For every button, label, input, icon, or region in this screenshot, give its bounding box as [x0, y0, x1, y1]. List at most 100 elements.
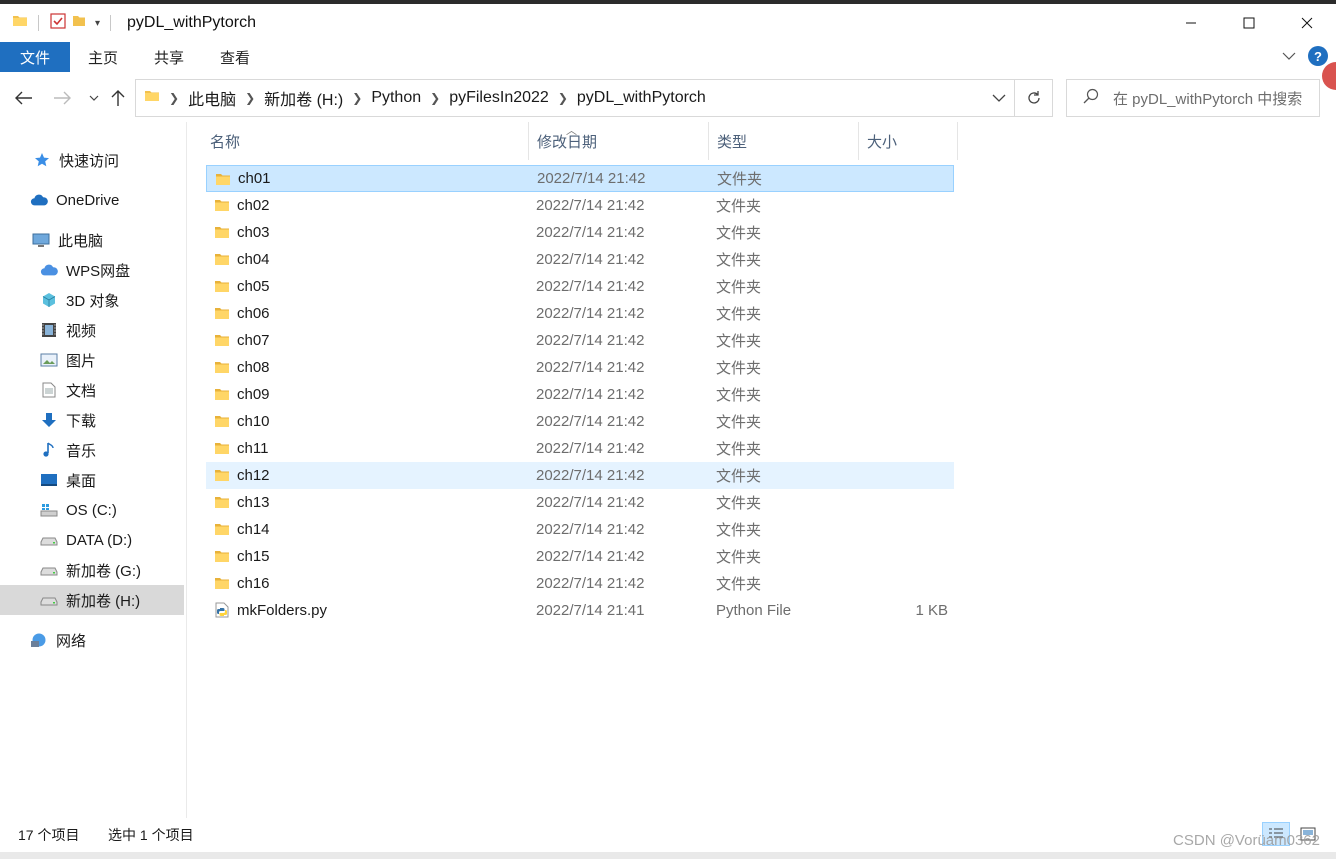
file-modified-date: 2022/7/14 21:42: [536, 494, 645, 511]
file-row[interactable]: ch11 2022/7/14 21:42 文件夹: [206, 435, 954, 462]
maximize-button[interactable]: [1220, 4, 1278, 42]
file-name: ch11: [237, 440, 269, 457]
file-row[interactable]: ch16 2022/7/14 21:42 文件夹: [206, 570, 954, 597]
folder-icon: [214, 521, 230, 537]
customize-toolbar-chevron-icon[interactable]: ▾: [95, 18, 100, 29]
column-header-size[interactable]: 大小: [858, 122, 958, 160]
sidebar-item-drive-d[interactable]: DATA (D:): [0, 525, 184, 555]
folder-icon: [214, 359, 230, 375]
window-controls: [1162, 4, 1336, 42]
refresh-button[interactable]: [1015, 79, 1053, 117]
sidebar-item-onedrive[interactable]: OneDrive: [0, 185, 184, 215]
address-bar[interactable]: ❯ 此电脑 ❯ 新加卷 (H:) ❯ Python ❯ pyFilesIn202…: [135, 79, 1015, 117]
tab-share[interactable]: 共享: [136, 42, 202, 72]
computer-icon: [32, 231, 50, 249]
file-row[interactable]: ch08 2022/7/14 21:42 文件夹: [206, 354, 954, 381]
search-input[interactable]: 在 pyDL_withPytorch 中搜索: [1113, 88, 1302, 109]
file-row[interactable]: ch03 2022/7/14 21:42 文件夹: [206, 219, 954, 246]
sidebar-item-videos[interactable]: 视频: [0, 315, 184, 345]
sidebar-item-this-pc[interactable]: 此电脑: [0, 225, 184, 255]
breadcrumb-chevron-icon[interactable]: ❯: [245, 91, 255, 105]
sidebar-item-downloads[interactable]: 下载: [0, 405, 184, 435]
sidebar-item-label: OneDrive: [56, 191, 120, 209]
folder-icon: [144, 88, 160, 108]
file-row[interactable]: ch05 2022/7/14 21:42 文件夹: [206, 273, 954, 300]
sidebar-item-3d-objects[interactable]: 3D 对象: [0, 285, 184, 315]
file-row[interactable]: mkFolders.py 2022/7/14 21:41 Python File 1 …: [206, 597, 954, 624]
sidebar-item-network[interactable]: 网络: [0, 625, 184, 655]
file-modified-date: 2022/7/14 21:42: [536, 305, 645, 322]
file-row[interactable]: ch15 2022/7/14 21:42 文件夹: [206, 543, 954, 570]
new-folder-icon[interactable]: [71, 13, 87, 33]
tab-file[interactable]: 文件: [0, 42, 70, 72]
sidebar-item-music[interactable]: 音乐: [0, 435, 184, 465]
sidebar-item-desktop[interactable]: 桌面: [0, 465, 184, 495]
sidebar-item-label: WPS网盘: [66, 262, 131, 280]
breadcrumb-chevron-icon[interactable]: ❯: [430, 91, 440, 105]
close-button[interactable]: [1278, 4, 1336, 42]
desktop-icon: [40, 471, 58, 489]
up-button[interactable]: [106, 86, 130, 110]
tab-view[interactable]: 查看: [202, 42, 268, 72]
breadcrumb-chevron-icon[interactable]: ❯: [558, 91, 568, 105]
back-button[interactable]: [12, 86, 36, 110]
recent-locations-chevron-icon[interactable]: [82, 86, 106, 110]
help-icon[interactable]: ?: [1308, 46, 1328, 66]
breadcrumb-chevron-icon[interactable]: ❯: [169, 91, 179, 105]
file-row[interactable]: ch13 2022/7/14 21:42 文件夹: [206, 489, 954, 516]
file-row[interactable]: ch14 2022/7/14 21:42 文件夹: [206, 516, 954, 543]
file-type: 文件夹: [716, 441, 762, 458]
sidebar-item-documents[interactable]: 文档: [0, 375, 184, 405]
sidebar-item-label: 音乐: [66, 442, 97, 460]
sidebar-item-wps-drive[interactable]: WPS网盘: [0, 255, 184, 285]
tab-home[interactable]: 主页: [70, 42, 136, 72]
sidebar-item-label: 图片: [66, 352, 97, 370]
sidebar-item-quick-access[interactable]: 快速访问: [0, 145, 184, 175]
file-row[interactable]: ch12 2022/7/14 21:42 文件夹: [206, 462, 954, 489]
sidebar-item-pictures[interactable]: 图片: [0, 345, 184, 375]
address-history-chevron-icon[interactable]: [992, 90, 1006, 107]
breadcrumb-this-pc[interactable]: 此电脑: [188, 86, 236, 110]
minimize-button[interactable]: [1162, 4, 1220, 42]
column-header-type[interactable]: 类型: [708, 122, 858, 160]
file-row[interactable]: ch02 2022/7/14 21:42 文件夹: [206, 192, 954, 219]
file-name: ch03: [237, 224, 270, 241]
file-row[interactable]: ch07 2022/7/14 21:42 文件夹: [206, 327, 954, 354]
sidebar-item-drive-g[interactable]: 新加卷 (G:): [0, 555, 184, 585]
window-title: pyDL_withPytorch: [127, 14, 256, 31]
properties-checkbox-icon[interactable]: [49, 12, 67, 34]
folder-icon: [214, 494, 230, 510]
file-row[interactable]: ch01 2022/7/14 21:42 文件夹: [206, 165, 954, 192]
breadcrumb-pyfilesin2022[interactable]: pyFilesIn2022: [449, 89, 549, 107]
file-row[interactable]: ch10 2022/7/14 21:42 文件夹: [206, 408, 954, 435]
sidebar-item-label: OS (C:): [66, 501, 117, 519]
breadcrumb-chevron-icon[interactable]: ❯: [352, 91, 362, 105]
folder-icon: [214, 413, 230, 429]
file-modified-date: 2022/7/14 21:42: [536, 575, 645, 592]
folder-icon: [214, 467, 230, 483]
quick-access-toolbar: ▾: [12, 12, 117, 34]
title-bar: ▾ pyDL_withPytorch: [0, 4, 1336, 42]
sidebar-item-label: 桌面: [66, 472, 97, 490]
breadcrumb-current-folder[interactable]: pyDL_withPytorch: [577, 89, 706, 107]
sidebar-item-drive-c[interactable]: OS (C:): [0, 495, 184, 525]
pane-divider[interactable]: [186, 122, 187, 818]
file-name: ch12: [237, 467, 270, 484]
ribbon-tabs: 文件 主页 共享 查看 ?: [0, 42, 1336, 72]
search-box[interactable]: 在 pyDL_withPytorch 中搜索: [1066, 79, 1320, 117]
breadcrumb-drive-h[interactable]: 新加卷 (H:): [264, 86, 343, 110]
expand-ribbon-chevron-icon[interactable]: [1282, 48, 1296, 65]
drive-icon: [40, 531, 58, 549]
file-row[interactable]: ch06 2022/7/14 21:42 文件夹: [206, 300, 954, 327]
file-row[interactable]: ch04 2022/7/14 21:42 文件夹: [206, 246, 954, 273]
column-header-modified[interactable]: 修改日期: [528, 122, 708, 160]
sidebar-item-label: 快速访问: [59, 152, 120, 170]
navigation-bar: ❯ 此电脑 ❯ 新加卷 (H:) ❯ Python ❯ pyFilesIn202…: [0, 74, 1336, 122]
file-row[interactable]: ch09 2022/7/14 21:42 文件夹: [206, 381, 954, 408]
column-header-name[interactable]: 名称: [206, 122, 528, 160]
sidebar-item-drive-h[interactable]: 新加卷 (H:): [0, 585, 184, 615]
file-modified-date: 2022/7/14 21:42: [536, 197, 645, 214]
file-type: 文件夹: [716, 279, 762, 296]
breadcrumb-python[interactable]: Python: [371, 89, 421, 107]
forward-button[interactable]: [50, 86, 74, 110]
